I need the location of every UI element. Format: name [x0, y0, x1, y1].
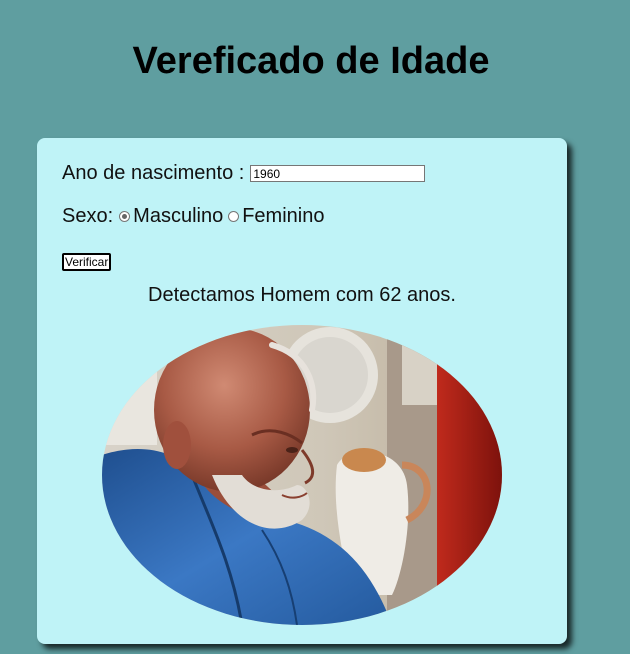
radio-feminino[interactable]: [228, 211, 240, 222]
radio-feminino-label[interactable]: Feminino: [242, 205, 324, 228]
result-text: Detectamos Homem com 62 anos.: [148, 284, 456, 306]
sex-label: Sexo:: [62, 205, 114, 227]
birth-year-row: Ano de nascimento :: [62, 162, 426, 185]
page-title: Vereficado de Idade: [132, 40, 490, 82]
radio-masculino[interactable]: [119, 211, 131, 222]
verify-button[interactable]: Verificar: [62, 253, 112, 271]
result-photo: [102, 325, 502, 625]
radio-masculino-label[interactable]: Masculino: [133, 205, 223, 228]
birth-year-input[interactable]: [250, 165, 426, 182]
birth-year-label: Ano de nascimento :: [62, 162, 245, 184]
verification-card: Ano de nascimento : Sexo: Masculino Femi…: [37, 138, 567, 644]
sex-row: Sexo: Masculino Feminino: [62, 205, 324, 228]
